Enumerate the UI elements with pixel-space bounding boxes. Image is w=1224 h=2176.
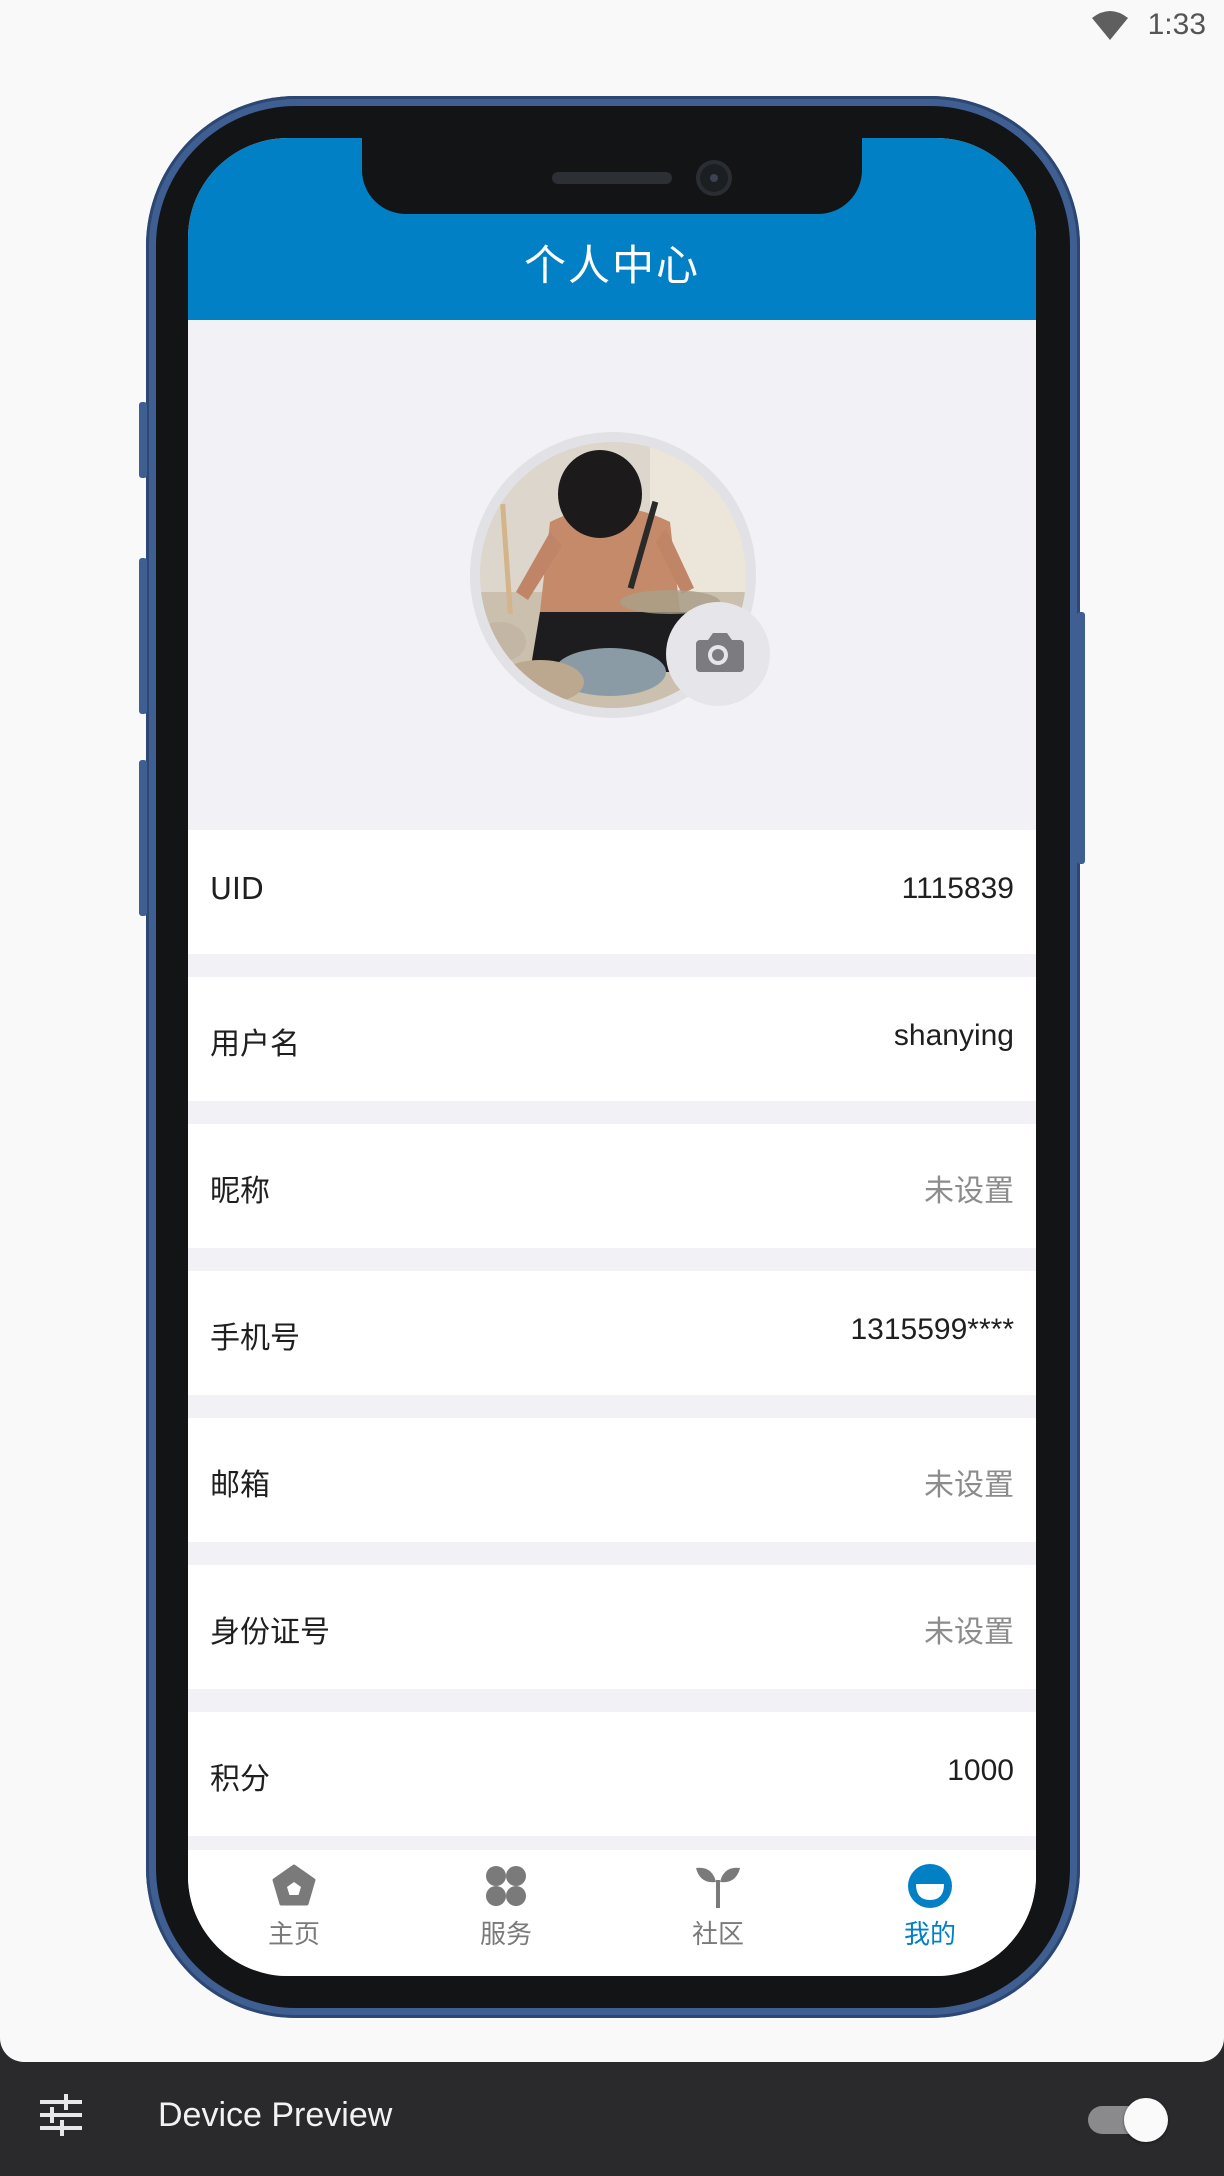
tab-label: 主页 xyxy=(267,1920,320,1950)
row-value: 1315599**** xyxy=(850,1313,1015,1346)
profile-header xyxy=(188,320,1036,830)
row-label: 昵称 xyxy=(210,1174,270,1209)
row-value: shanying xyxy=(893,1019,1014,1052)
row-label: 邮箱 xyxy=(210,1468,270,1503)
row-value: 1115839 xyxy=(901,872,1014,905)
page-title: 个人中心 xyxy=(523,241,700,290)
volume-down-button xyxy=(139,760,147,916)
status-time: 1:33 xyxy=(1147,8,1206,41)
row-value: 未设置 xyxy=(924,1468,1014,1503)
row-label: UID xyxy=(210,872,264,907)
info-row-email[interactable]: 邮箱 未设置 xyxy=(188,1418,1036,1542)
tab-label: 社区 xyxy=(691,1920,744,1950)
power-button xyxy=(1077,612,1085,864)
tab-community[interactable]: 社区 xyxy=(612,1850,824,1976)
preview-toggle[interactable] xyxy=(1088,2096,1168,2142)
wifi-icon xyxy=(1092,11,1128,40)
device-preview-canvas: 1:33 个人中心 UID 1115839 用户名 shanying 昵称 未设… xyxy=(0,0,1224,2062)
info-row-phone[interactable]: 手机号 1315599**** xyxy=(188,1271,1036,1395)
row-label: 用户名 xyxy=(210,1027,300,1062)
front-camera xyxy=(696,160,732,196)
toolbar-title: Device Preview xyxy=(158,2096,393,2134)
speaker-grille xyxy=(552,172,672,184)
tune-icon[interactable] xyxy=(38,2092,84,2138)
row-label: 身份证号 xyxy=(210,1615,330,1650)
sprout-icon xyxy=(696,1867,740,1908)
app-screen: 个人中心 UID 1115839 用户名 shanying 昵称 未设置 手机号… xyxy=(188,138,1036,1976)
row-label: 积分 xyxy=(210,1762,270,1797)
info-row-username[interactable]: 用户名 shanying xyxy=(188,977,1036,1101)
camera-icon xyxy=(696,633,744,672)
info-row-id-number[interactable]: 身份证号 未设置 xyxy=(188,1565,1036,1689)
volume-up-button xyxy=(139,558,147,714)
change-avatar-button[interactable] xyxy=(666,602,770,706)
row-value: 1000 xyxy=(947,1754,1014,1787)
tab-services[interactable]: 服务 xyxy=(400,1850,612,1976)
tab-label: 我的 xyxy=(903,1920,956,1950)
device-preview-toolbar: Device Preview xyxy=(0,2062,1224,2176)
home-pentagon-icon xyxy=(272,1864,316,1906)
info-row-nickname[interactable]: 昵称 未设置 xyxy=(188,1124,1036,1248)
row-value: 未设置 xyxy=(924,1174,1014,1209)
row-value: 未设置 xyxy=(924,1615,1014,1650)
toggle-thumb xyxy=(1124,2098,1168,2142)
bottom-tab-bar: 主页 服务 社区 我的 xyxy=(188,1850,1036,1976)
row-label: 手机号 xyxy=(210,1321,300,1356)
grid-services-icon xyxy=(486,1866,526,1906)
info-row-points[interactable]: 积分 1000 xyxy=(188,1712,1036,1836)
tab-profile[interactable]: 我的 xyxy=(824,1850,1036,1976)
tab-home[interactable]: 主页 xyxy=(188,1850,400,1976)
info-row-uid[interactable]: UID 1115839 xyxy=(188,830,1036,954)
phone-notch xyxy=(362,138,862,214)
profile-face-icon xyxy=(908,1864,952,1908)
tab-label: 服务 xyxy=(479,1920,532,1950)
silent-switch xyxy=(139,402,147,478)
